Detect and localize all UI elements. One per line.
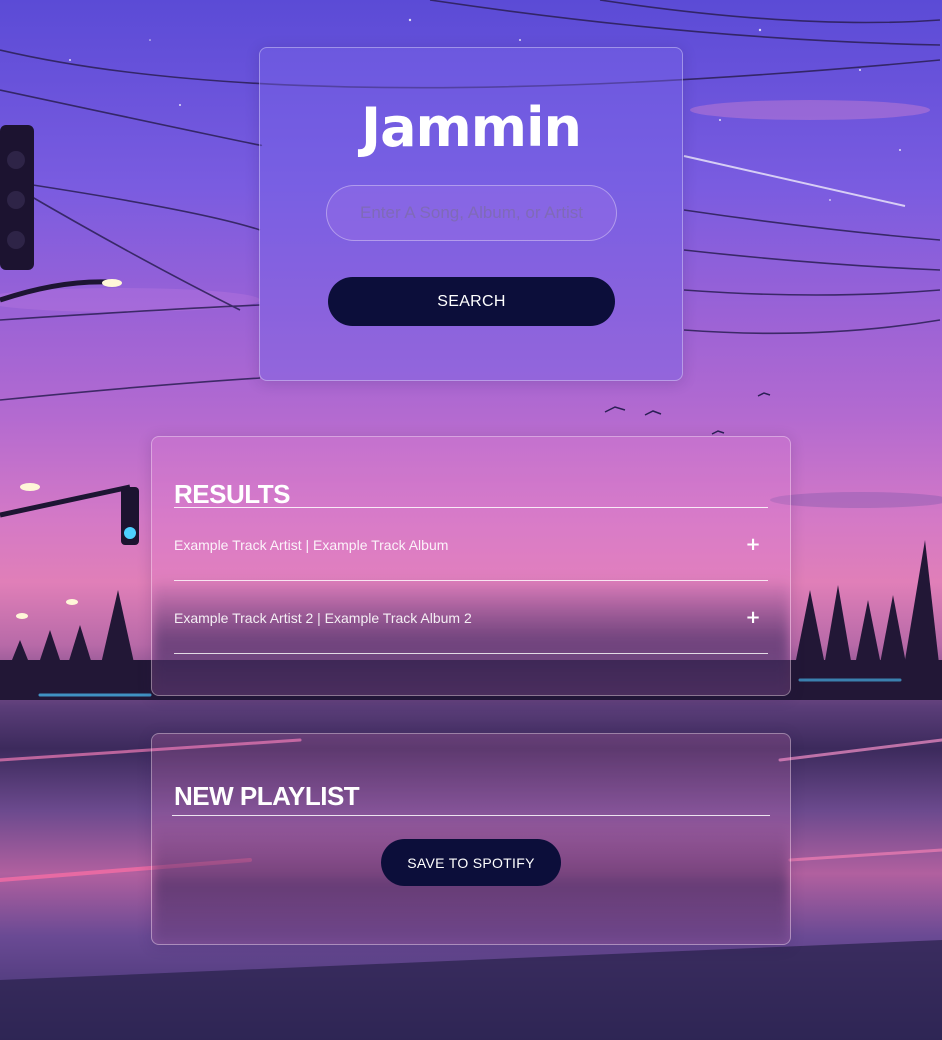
search-button[interactable]: SEARCH (328, 277, 615, 326)
search-input[interactable] (326, 185, 617, 241)
track-row: Example Track Artist | Example Track Alb… (174, 509, 768, 581)
add-track-button[interactable]: + (738, 607, 768, 628)
playlist-divider (172, 815, 770, 816)
results-divider (174, 507, 768, 508)
track-row: Example Track Artist 2 | Example Track A… (174, 582, 768, 654)
track-label: Example Track Artist | Example Track Alb… (174, 536, 449, 553)
results-title: RESULTS (174, 479, 290, 509)
add-track-button[interactable]: + (738, 534, 768, 555)
save-to-spotify-button[interactable]: SAVE TO SPOTIFY (381, 839, 561, 886)
app-logo: Jammin (360, 96, 582, 159)
track-label: Example Track Artist 2 | Example Track A… (174, 609, 472, 626)
playlist-title: NEW PLAYLIST (174, 781, 360, 811)
